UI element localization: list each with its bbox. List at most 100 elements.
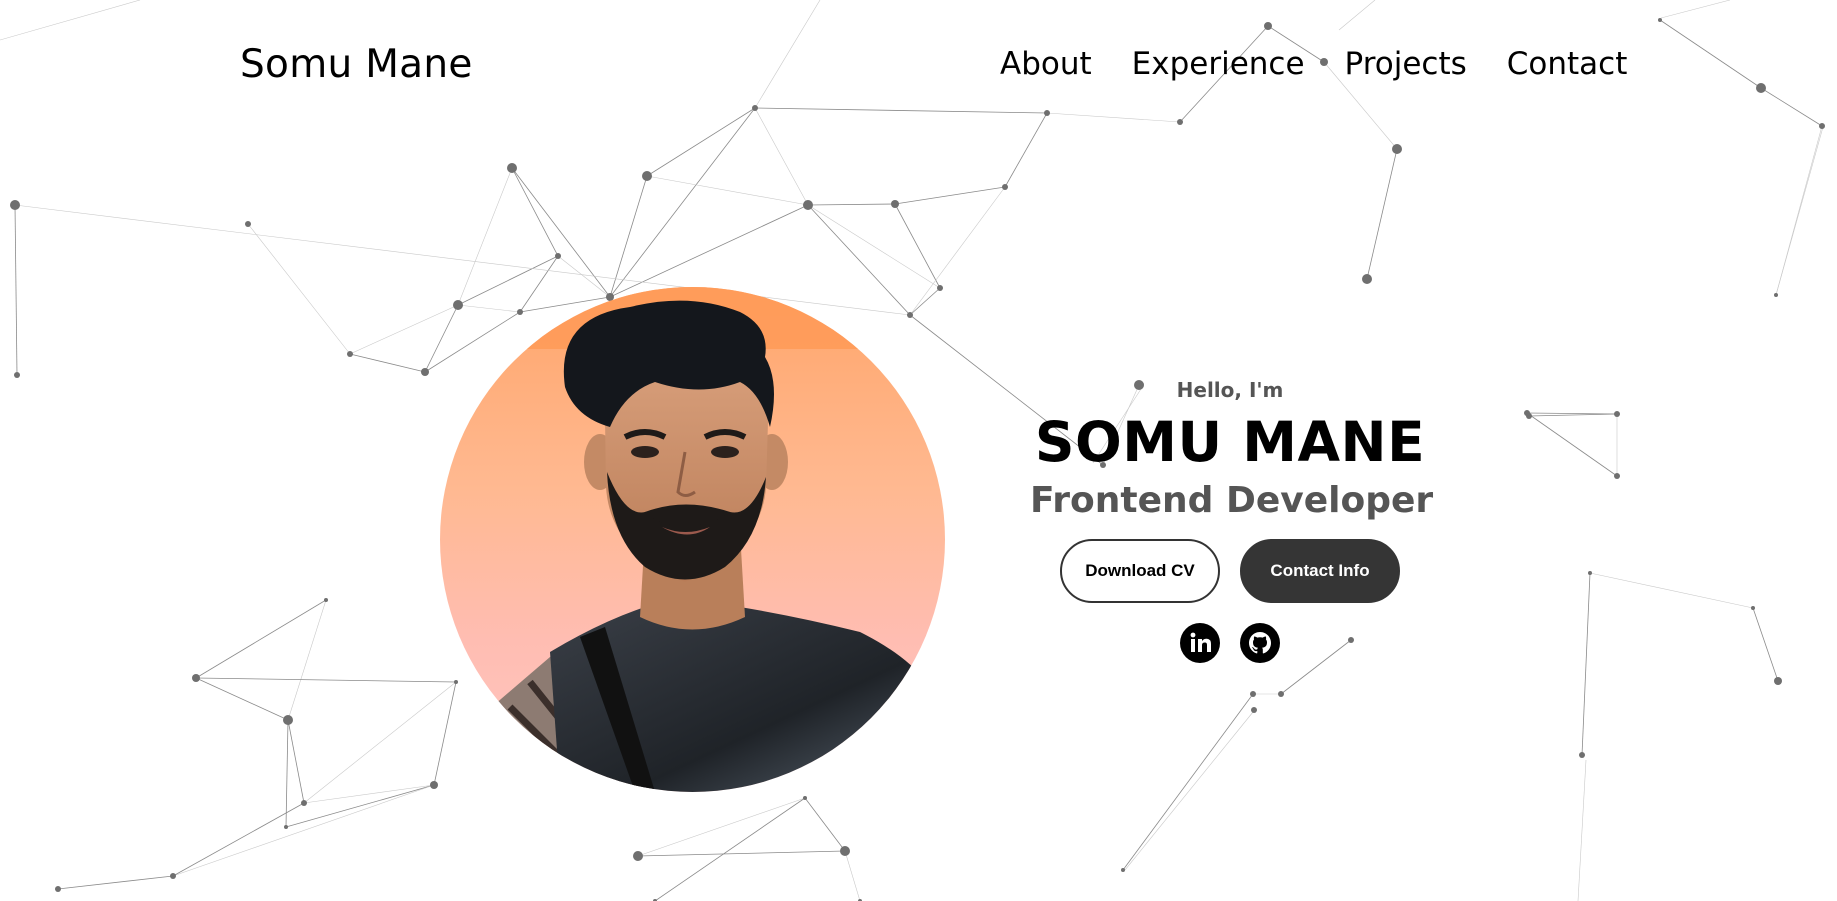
- network-line: [894, 203, 941, 289]
- network-line: [637, 850, 846, 857]
- network-node: [1658, 18, 1662, 22]
- github-icon[interactable]: [1240, 623, 1280, 663]
- network-line: [609, 204, 809, 298]
- network-line: [1752, 607, 1779, 682]
- network-node: [1614, 473, 1620, 479]
- network-line: [1366, 148, 1398, 280]
- nav-link-projects[interactable]: Projects: [1345, 46, 1467, 82]
- network-line: [609, 107, 756, 298]
- network-line: [637, 797, 806, 857]
- profile-photo: [440, 287, 945, 792]
- network-line: [285, 719, 289, 828]
- network-line: [0, 0, 141, 41]
- network-line: [1526, 412, 1618, 415]
- network-line: [433, 681, 457, 786]
- network-node: [840, 846, 850, 856]
- linkedin-icon[interactable]: [1180, 623, 1220, 663]
- network-node: [1392, 144, 1402, 154]
- network-node: [1250, 691, 1256, 697]
- network-node: [14, 372, 20, 378]
- network-line: [1124, 711, 1254, 871]
- network-node: [1819, 123, 1825, 129]
- network-node: [633, 851, 643, 861]
- network-line: [807, 203, 896, 206]
- network-node: [891, 200, 899, 208]
- network-line: [349, 353, 426, 373]
- network-node: [1751, 606, 1755, 610]
- network-node: [192, 674, 200, 682]
- network-node: [170, 873, 176, 879]
- network-line: [1775, 126, 1824, 296]
- network-node: [283, 715, 293, 725]
- network-line: [457, 167, 513, 306]
- network-line: [804, 797, 846, 852]
- network-line: [511, 167, 559, 257]
- network-line: [844, 850, 861, 901]
- network-line: [654, 797, 806, 901]
- network-line: [247, 223, 351, 355]
- network-line: [195, 677, 289, 721]
- network-node: [507, 163, 517, 173]
- network-node: [453, 300, 463, 310]
- social-links: [1030, 623, 1430, 663]
- network-node: [752, 105, 758, 111]
- network-line: [754, 107, 1048, 114]
- network-node: [430, 781, 438, 789]
- network-node: [555, 253, 561, 259]
- network-node: [1588, 571, 1592, 575]
- network-line: [195, 677, 457, 683]
- network-line: [646, 175, 809, 206]
- nav-link-contact[interactable]: Contact: [1507, 46, 1628, 82]
- network-node: [642, 171, 652, 181]
- network-line: [14, 204, 18, 376]
- network-line: [195, 599, 327, 679]
- hero-section: Hello, I'm SOMU MANE Frontend Developer …: [1030, 378, 1433, 663]
- network-node: [803, 796, 807, 800]
- network-line: [1338, 0, 1376, 31]
- network-node: [1774, 293, 1778, 297]
- network-line: [457, 255, 559, 306]
- network-node: [1278, 691, 1284, 697]
- download-cv-button[interactable]: Download CV: [1060, 539, 1220, 603]
- network-line: [1004, 112, 1048, 188]
- network-node: [1774, 677, 1782, 685]
- greeting-text: Hello, I'm: [1176, 378, 1284, 402]
- contact-info-button[interactable]: Contact Info: [1240, 539, 1400, 603]
- network-line: [172, 802, 305, 877]
- network-line: [14, 204, 911, 316]
- network-line: [1760, 87, 1823, 127]
- network-node: [10, 200, 20, 210]
- network-line: [646, 107, 756, 177]
- brand-logo[interactable]: Somu Mane: [240, 42, 473, 87]
- network-node: [1177, 119, 1183, 125]
- hero-buttons: Download CV Contact Info: [1030, 539, 1430, 603]
- network-line: [519, 255, 559, 313]
- network-node: [1614, 411, 1620, 417]
- network-line: [287, 599, 327, 721]
- network-line: [1528, 413, 1618, 417]
- network-line: [424, 311, 521, 373]
- nav-link-experience[interactable]: Experience: [1132, 46, 1305, 82]
- network-node: [1264, 22, 1272, 30]
- network-line: [754, 107, 809, 206]
- network-node: [517, 309, 523, 315]
- network-line: [1526, 412, 1618, 477]
- network-line: [1122, 693, 1254, 871]
- network-node: [1002, 184, 1008, 190]
- network-node: [937, 285, 943, 291]
- network-node: [1524, 410, 1530, 416]
- network-node: [324, 598, 328, 602]
- network-line: [807, 204, 911, 316]
- network-node: [1044, 110, 1050, 116]
- network-node: [1121, 868, 1125, 872]
- nav-link-about[interactable]: About: [1000, 46, 1092, 82]
- network-line: [754, 0, 821, 109]
- network-line: [285, 784, 435, 828]
- network-line: [457, 304, 521, 313]
- network-node: [245, 221, 251, 227]
- network-line: [894, 186, 1006, 205]
- network-node: [55, 886, 61, 892]
- portfolio-page: Somu Mane About Experience Projects Cont…: [0, 0, 1837, 901]
- network-node: [454, 680, 458, 684]
- network-line: [1577, 759, 1587, 901]
